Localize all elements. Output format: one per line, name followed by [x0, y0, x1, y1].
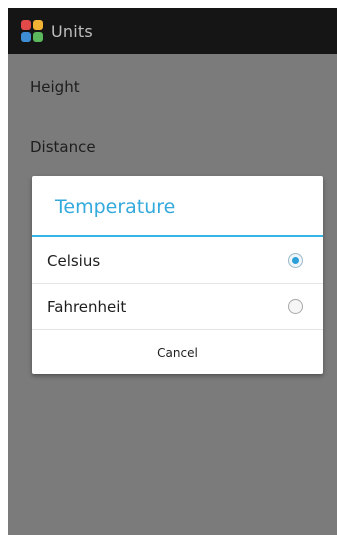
radio-unselected-icon[interactable] [288, 299, 303, 314]
dialog-title: Temperature [55, 196, 176, 218]
radio-selected-icon[interactable] [288, 253, 303, 268]
dialog-title-divider [32, 235, 323, 237]
icon-tile-red [21, 20, 31, 30]
screen: Units Height Distance Temperature Celsiu… [8, 8, 337, 535]
app-title: Units [51, 21, 93, 41]
cancel-button[interactable]: Cancel [32, 331, 323, 374]
list-item-distance[interactable]: Distance [30, 138, 96, 156]
icon-tile-yellow [33, 20, 43, 30]
option-label: Celsius [47, 251, 101, 270]
icon-tile-green [33, 32, 43, 42]
temperature-dialog: Temperature Celsius Fahrenheit Cancel [32, 176, 323, 374]
action-bar: Units [8, 8, 337, 54]
option-fahrenheit[interactable]: Fahrenheit [32, 284, 323, 330]
list-item-height[interactable]: Height [30, 78, 80, 96]
option-celsius[interactable]: Celsius [32, 238, 323, 284]
option-label: Fahrenheit [47, 297, 127, 316]
units-app-icon[interactable] [21, 20, 43, 42]
icon-tile-blue [21, 32, 31, 42]
